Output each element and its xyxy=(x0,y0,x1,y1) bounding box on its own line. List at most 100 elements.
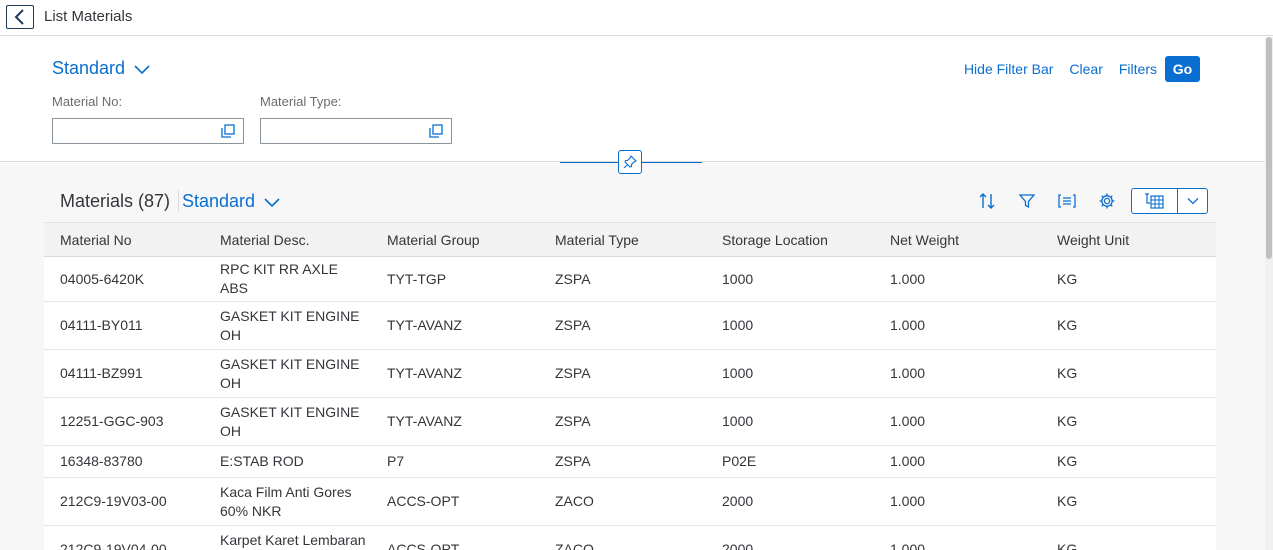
cell-material-type: ZSPA xyxy=(539,397,706,446)
export-icon xyxy=(1144,193,1164,209)
export-button[interactable] xyxy=(1132,189,1178,213)
pin-header-button[interactable] xyxy=(618,150,642,174)
filter-button[interactable] xyxy=(1016,191,1038,211)
cell-material-no: 16348-83780 xyxy=(44,445,204,478)
cell-material-no: 04111-BZ991 xyxy=(44,349,204,398)
cell-weight-unit: KG xyxy=(1041,349,1216,398)
cell-material-group: P7 xyxy=(371,445,539,478)
back-button[interactable] xyxy=(6,5,34,29)
pin-line-left xyxy=(560,162,618,163)
cell-material-desc: Karpet Karet Lembaran TRD 2 Pcs xyxy=(204,525,371,550)
cell-material-no: 212C9-19V04-00 xyxy=(44,525,204,550)
material-type-input-wrap xyxy=(260,118,452,144)
settings-button[interactable] xyxy=(1096,191,1118,211)
table-row[interactable]: 04111-BY011 GASKET KIT ENGINE OH TYT-AVA… xyxy=(44,301,1216,350)
column-header-net-weight[interactable]: Net Weight xyxy=(874,222,1041,257)
table-row[interactable]: 04005-6420K RPC KIT RR AXLE ABS TYT-TGP … xyxy=(44,256,1216,302)
material-type-field: Material Type: xyxy=(260,94,452,144)
cell-material-desc: GASKET KIT ENGINE OH xyxy=(204,301,371,350)
hide-filter-bar-button[interactable]: Hide Filter Bar xyxy=(964,61,1053,77)
cell-material-type: ZSPA xyxy=(539,445,706,478)
cell-net-weight: 1.000 xyxy=(874,397,1041,446)
group-button[interactable] xyxy=(1056,191,1078,211)
pin-icon xyxy=(623,155,637,169)
sort-icon xyxy=(979,193,995,209)
cell-material-no: 12251-GGC-903 xyxy=(44,397,204,446)
filter-bar-actions: Hide Filter Bar Clear Filters Go xyxy=(948,56,1200,82)
cell-weight-unit: KG xyxy=(1041,477,1216,526)
toolbar-separator xyxy=(178,190,179,212)
materials-table: Material No Material Desc. Material Grou… xyxy=(44,222,1216,550)
cell-material-desc: RPC KIT RR AXLE ABS xyxy=(204,256,371,302)
cell-material-group: TYT-AVANZ xyxy=(371,397,539,446)
column-header-material-no[interactable]: Material No xyxy=(44,222,204,257)
cell-material-type: ZSPA xyxy=(539,256,706,302)
cell-material-group: ACCS-OPT xyxy=(371,477,539,526)
column-header-material-desc[interactable]: Material Desc. xyxy=(204,222,371,257)
group-icon xyxy=(1058,194,1076,208)
cell-material-type: ZACO xyxy=(539,525,706,550)
cell-material-desc: E:STAB ROD xyxy=(204,445,371,478)
table-row[interactable]: 16348-83780 E:STAB ROD P7 ZSPA P02E 1.00… xyxy=(44,445,1216,478)
cell-material-desc: GASKET KIT ENGINE OH xyxy=(204,349,371,398)
cell-net-weight: 1.000 xyxy=(874,256,1041,302)
page-scrollbar-thumb[interactable] xyxy=(1266,37,1272,259)
cell-material-desc: Kaca Film Anti Gores 60% NKR xyxy=(204,477,371,526)
cell-material-desc: GASKET KIT ENGINE OH xyxy=(204,397,371,446)
table-row[interactable]: 212C9-19V04-00 Karpet Karet Lembaran TRD… xyxy=(44,525,1216,550)
cell-material-no: 04111-BY011 xyxy=(44,301,204,350)
clear-button[interactable]: Clear xyxy=(1069,61,1102,77)
column-header-weight-unit[interactable]: Weight Unit xyxy=(1041,222,1216,257)
material-no-input-wrap xyxy=(52,118,244,144)
filters-button[interactable]: Filters xyxy=(1119,61,1157,77)
table-row[interactable]: 12251-GGC-903 GASKET KIT ENGINE OH TYT-A… xyxy=(44,397,1216,446)
table-variant-selector[interactable]: Standard xyxy=(182,191,281,212)
cell-storage-location: 1000 xyxy=(706,256,874,302)
table-header-row: Material No Material Desc. Material Grou… xyxy=(44,222,1216,257)
material-no-field: Material No: xyxy=(52,94,244,144)
cell-material-type: ZSPA xyxy=(539,349,706,398)
cell-net-weight: 1.000 xyxy=(874,525,1041,550)
filter-bar: Standard Hide Filter Bar Clear Filters G… xyxy=(0,37,1265,162)
chevron-down-icon xyxy=(134,64,150,74)
chevron-down-icon xyxy=(1187,198,1198,205)
go-button[interactable]: Go xyxy=(1165,56,1200,82)
back-icon xyxy=(14,9,24,25)
app-title: List Materials xyxy=(44,8,133,25)
table-title: Materials (87) xyxy=(60,191,171,211)
cell-storage-location: P02E xyxy=(706,445,874,478)
filter-variant-label: Standard xyxy=(52,58,126,78)
export-button-group xyxy=(1131,188,1208,214)
sort-button[interactable] xyxy=(976,191,998,211)
cell-net-weight: 1.000 xyxy=(874,445,1041,478)
cell-material-no: 212C9-19V03-00 xyxy=(44,477,204,526)
value-help-icon[interactable] xyxy=(429,124,443,138)
material-type-input[interactable] xyxy=(261,119,421,143)
column-header-material-group[interactable]: Material Group xyxy=(371,222,539,257)
cell-weight-unit: KG xyxy=(1041,445,1216,478)
cell-material-group: ACCS-OPT xyxy=(371,525,539,550)
table-row[interactable]: 04111-BZ991 GASKET KIT ENGINE OH TYT-AVA… xyxy=(44,349,1216,398)
value-help-icon[interactable] xyxy=(221,124,235,138)
cell-storage-location: 2000 xyxy=(706,477,874,526)
cell-weight-unit: KG xyxy=(1041,525,1216,550)
pin-line-right xyxy=(642,162,702,163)
material-no-input[interactable] xyxy=(53,119,213,143)
cell-storage-location: 1000 xyxy=(706,301,874,350)
cell-material-type: ZACO xyxy=(539,477,706,526)
cell-material-no: 04005-6420K xyxy=(44,256,204,302)
column-header-material-type[interactable]: Material Type xyxy=(539,222,706,257)
cell-weight-unit: KG xyxy=(1041,301,1216,350)
cell-weight-unit: KG xyxy=(1041,256,1216,302)
cell-material-group: TYT-AVANZ xyxy=(371,349,539,398)
filter-variant-selector[interactable]: Standard xyxy=(52,58,151,79)
cell-storage-location: 1000 xyxy=(706,349,874,398)
table-variant-label: Standard xyxy=(182,191,256,211)
cell-net-weight: 1.000 xyxy=(874,349,1041,398)
chevron-down-icon xyxy=(264,197,280,207)
column-header-storage-location[interactable]: Storage Location xyxy=(706,222,874,257)
material-no-label: Material No: xyxy=(52,94,123,109)
export-menu-button[interactable] xyxy=(1178,189,1207,213)
table-row[interactable]: 212C9-19V03-00 Kaca Film Anti Gores 60% … xyxy=(44,477,1216,526)
table-toolbar: Materials (87) Standard xyxy=(44,184,1216,222)
